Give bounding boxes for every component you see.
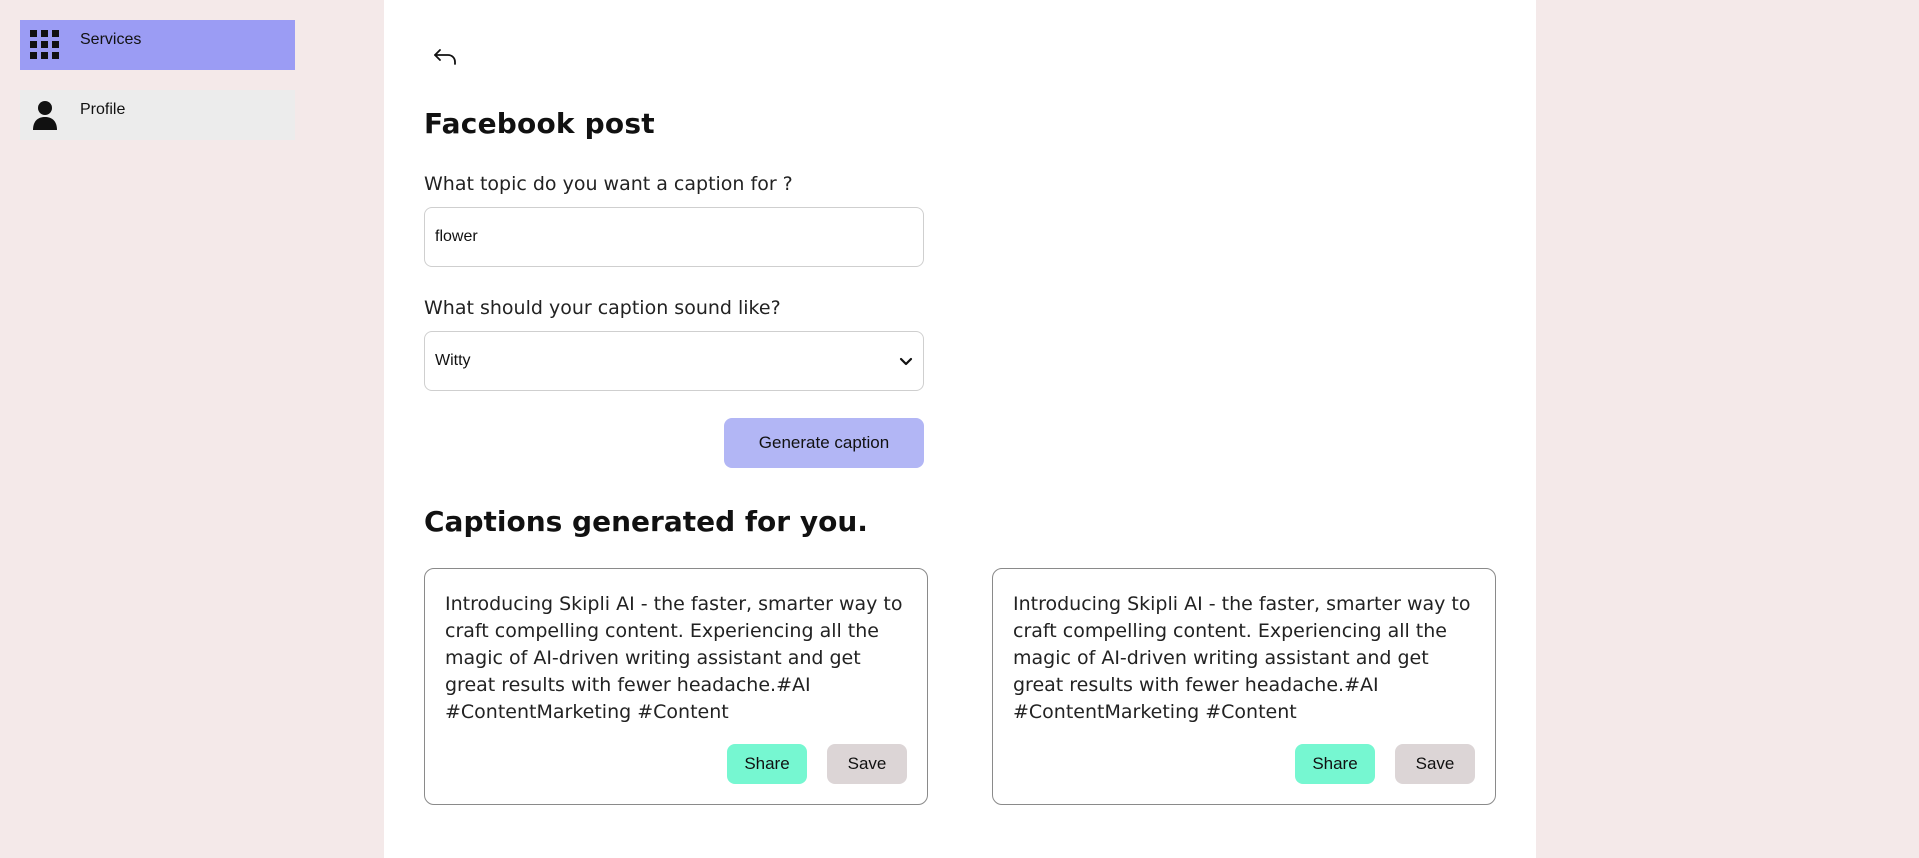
caption-text: Introducing Skipli AI - the faster, smar… (1013, 593, 1471, 723)
page-title: Facebook post (424, 107, 655, 140)
sidebar-item-label: Profile (80, 101, 126, 118)
sidebar: Services Profile (20, 20, 295, 160)
caption-card: Introducing Skipli AI - the faster, smar… (992, 568, 1496, 805)
sidebar-item-services[interactable]: Services (20, 20, 295, 70)
sidebar-item-profile[interactable]: Profile (20, 90, 295, 140)
topic-label: What topic do you want a caption for ? (424, 173, 793, 195)
grid-icon (30, 30, 60, 60)
save-button[interactable]: Save (827, 744, 907, 784)
results-title: Captions generated for you. (424, 505, 868, 538)
generate-caption-button[interactable]: Generate caption (724, 418, 924, 468)
person-icon (30, 100, 60, 130)
caption-actions: Share Save (1295, 744, 1475, 784)
chevron-down-icon (899, 352, 913, 371)
share-button[interactable]: Share (1295, 744, 1375, 784)
back-button[interactable] (430, 46, 460, 72)
caption-card: Introducing Skipli AI - the faster, smar… (424, 568, 928, 805)
back-arrow-icon (432, 47, 458, 71)
main-panel: Facebook post What topic do you want a c… (384, 0, 1536, 858)
sidebar-item-label: Services (80, 31, 142, 48)
tone-select-value: Witty (435, 352, 471, 369)
tone-select[interactable]: Witty (424, 331, 924, 391)
tone-label: What should your caption sound like? (424, 297, 781, 319)
topic-input[interactable] (424, 207, 924, 267)
share-button[interactable]: Share (727, 744, 807, 784)
save-button[interactable]: Save (1395, 744, 1475, 784)
caption-actions: Share Save (727, 744, 907, 784)
caption-text: Introducing Skipli AI - the faster, smar… (445, 593, 903, 723)
